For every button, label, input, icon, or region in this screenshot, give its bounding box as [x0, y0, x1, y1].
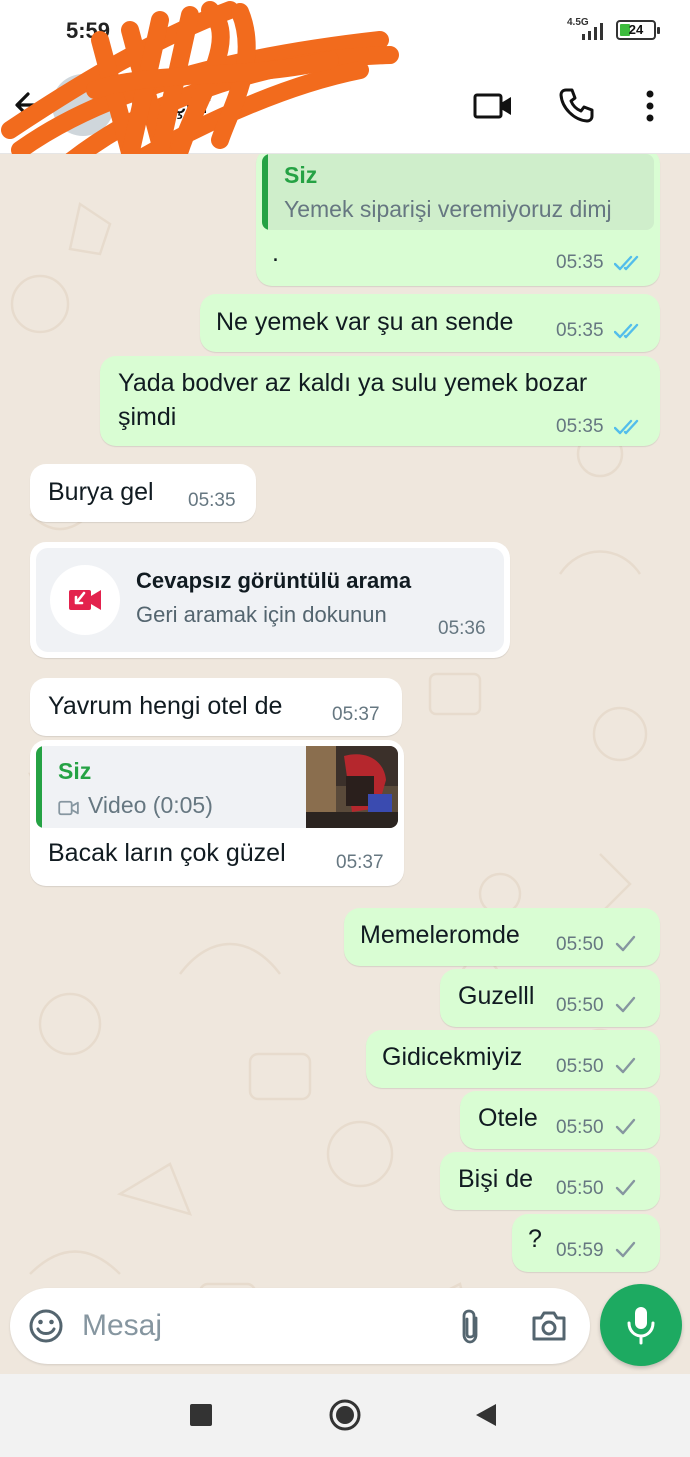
double-check-read-icon: [614, 323, 639, 339]
more-vertical-icon[interactable]: [640, 88, 660, 124]
message-bubble-incoming[interactable]: Burya gel 05:35: [30, 464, 256, 522]
message-bubble-outgoing[interactable]: Bişi de 05:50: [440, 1152, 660, 1210]
message-text-line2: şimdi: [118, 403, 177, 431]
contact-name[interactable]: Dinçer: [130, 88, 211, 120]
missed-call-icon-wrap: [50, 565, 120, 635]
message-composer: [10, 1288, 590, 1364]
video-thumbnail[interactable]: [306, 746, 398, 828]
check-delivered-icon: [615, 1057, 636, 1074]
camera-icon[interactable]: [530, 1308, 568, 1344]
message-time: 05:37: [332, 704, 380, 725]
arrow-left-icon[interactable]: [12, 88, 46, 122]
signal-icon: [582, 23, 603, 40]
smiley-icon[interactable]: [28, 1308, 64, 1344]
message-time: 05:35: [556, 416, 604, 437]
message-bubble-outgoing[interactable]: Guzelll 05:50: [440, 969, 660, 1027]
quote-text: Yemek siparişi veremiyoruz dimj: [284, 196, 612, 222]
message-bubble-outgoing[interactable]: Gidicekmiyiz 05:50: [366, 1030, 660, 1088]
message-text: Ne yemek var şu an sende: [216, 308, 514, 336]
message-text: .: [272, 239, 279, 267]
message-text: Yavrum hengi otel de: [48, 692, 283, 720]
double-check-read-icon: [614, 255, 639, 271]
paperclip-icon[interactable]: [456, 1308, 486, 1346]
check-delivered-icon: [615, 996, 636, 1013]
check-delivered-icon: [615, 1118, 636, 1135]
back-triangle-icon[interactable]: [474, 1402, 498, 1428]
message-time: 05:59: [556, 1240, 604, 1261]
message-time: 05:50: [556, 934, 604, 955]
check-delivered-icon: [615, 1241, 636, 1258]
message-bubble-incoming[interactable]: Siz Video (0:05) Bacak ların çok güzel 0: [30, 740, 404, 886]
missed-call-card[interactable]: Cevapsız görüntülü arama Geri aramak içi…: [36, 548, 504, 652]
message-bubble-outgoing[interactable]: Ne yemek var şu an sende 05:35: [200, 294, 660, 352]
message-time: 05:50: [556, 995, 604, 1016]
message-text: Bacak ların çok güzel: [48, 839, 286, 867]
message-time: 05:36: [438, 618, 486, 639]
message-text: ?: [528, 1225, 542, 1253]
message-time: 05:35: [188, 490, 236, 511]
quote-author: Siz: [58, 758, 92, 784]
message-text: Memeleromde: [360, 921, 520, 949]
voice-message-button[interactable]: [600, 1284, 682, 1366]
message-bubble-outgoing[interactable]: Otele 05:50: [460, 1091, 660, 1149]
message-time: 05:37: [336, 852, 384, 873]
status-time: 5:59: [66, 18, 111, 43]
message-text-line1: Yada bodver az kaldı ya sulu yemek bozar: [118, 369, 588, 397]
message-input[interactable]: [82, 1302, 432, 1350]
battery-level: 24: [628, 22, 644, 37]
message-bubble-outgoing[interactable]: Yada bodver az kaldı ya sulu yemek bozar…: [100, 356, 660, 446]
quoted-message[interactable]: Siz Video (0:05): [36, 746, 398, 828]
message-time: 05:50: [556, 1178, 604, 1199]
quoted-message[interactable]: Siz Yemek siparişi veremiyoruz dimj: [262, 154, 654, 230]
home-icon[interactable]: [328, 1398, 362, 1432]
message-bubble-outgoing[interactable]: Memeleromde 05:50: [344, 908, 660, 966]
message-text: Bişi de: [458, 1165, 534, 1193]
message-text: Guzelll: [458, 982, 535, 1010]
avatar[interactable]: [52, 74, 114, 136]
missed-call-subtitle: Geri aramak için dokunun: [136, 602, 387, 627]
system-nav-bar: [0, 1374, 690, 1457]
message-time: 05:35: [556, 320, 604, 341]
message-text: Gidicekmiyiz: [382, 1043, 523, 1071]
message-text: Otele: [478, 1104, 538, 1132]
message-time: 05:35: [556, 252, 604, 273]
phone-icon[interactable]: [558, 86, 596, 124]
battery-icon: 24: [616, 20, 660, 40]
message-time: 05:50: [556, 1117, 604, 1138]
chat-area[interactable]: Siz Yemek siparişi veremiyoruz dimj . 05…: [0, 154, 690, 1374]
chat-header: Dinçer: [0, 62, 690, 154]
check-delivered-icon: [615, 935, 636, 952]
video-icon: [58, 800, 79, 816]
missed-call-title: Cevapsız görüntülü arama: [136, 568, 412, 593]
thumbnail-image: [306, 746, 398, 828]
quote-bar: [36, 746, 42, 828]
message-bubble-outgoing[interactable]: Siz Yemek siparişi veremiyoruz dimj . 05…: [256, 154, 660, 286]
message-bubble-outgoing[interactable]: ? 05:59: [512, 1214, 660, 1272]
missed-video-call-icon: [69, 590, 101, 610]
quote-author: Siz: [284, 162, 318, 188]
message-text: Burya gel: [48, 478, 154, 506]
video-camera-icon[interactable]: [472, 88, 514, 124]
missed-call-bubble[interactable]: Cevapsız görüntülü arama Geri aramak içi…: [30, 542, 510, 658]
quote-bar: [262, 154, 268, 230]
double-check-read-icon: [614, 419, 639, 435]
check-delivered-icon: [615, 1179, 636, 1196]
quote-text: Video (0:05): [88, 792, 213, 818]
microphone-icon: [627, 1307, 655, 1345]
message-time: 05:50: [556, 1056, 604, 1077]
recents-icon[interactable]: [190, 1404, 212, 1426]
status-bar: 5:59 4.5G 24: [0, 0, 690, 62]
message-bubble-incoming[interactable]: Yavrum hengi otel de 05:37: [30, 678, 402, 736]
